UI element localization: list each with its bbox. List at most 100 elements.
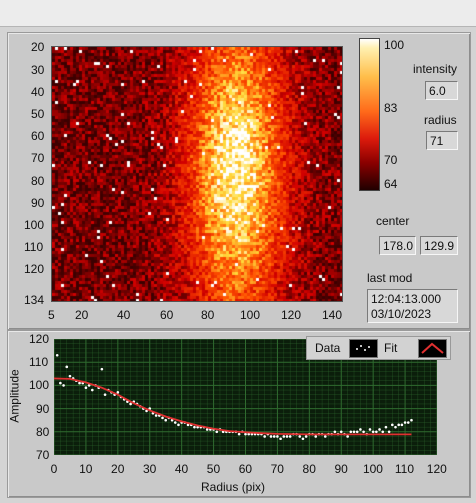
data-point xyxy=(368,428,372,431)
data-point xyxy=(62,384,65,387)
data-point xyxy=(391,423,394,427)
profile-x-tick: 80 xyxy=(302,462,316,476)
image-y-tick: 134 xyxy=(24,293,45,307)
intensity-indicator[interactable]: 6.0 xyxy=(425,81,458,100)
top-toolbar-strip xyxy=(0,0,476,27)
data-point xyxy=(352,430,356,434)
colorbar-tick: 70 xyxy=(384,153,398,167)
data-point xyxy=(384,425,388,429)
profile-y-tick: 120 xyxy=(29,332,50,346)
y-axis-label: Amplitude xyxy=(7,369,22,423)
image-x-tick: 120 xyxy=(281,308,302,322)
data-point xyxy=(394,425,397,429)
image-y-tick: 60 xyxy=(31,129,45,143)
intensity-image-graph[interactable] xyxy=(51,46,343,302)
data-point xyxy=(78,381,81,385)
image-y-tick: 70 xyxy=(31,151,45,165)
colorbar-tick: 64 xyxy=(384,177,398,191)
data-point xyxy=(359,428,362,431)
data-point xyxy=(304,435,308,438)
profile-y-tick: 110 xyxy=(29,355,49,370)
legend-data-swatch xyxy=(349,339,378,358)
data-point xyxy=(397,423,401,427)
profile-x-tick: 0 xyxy=(50,462,58,476)
last-mod-time: 12:04:13.000 xyxy=(371,292,442,306)
radius-label: radius xyxy=(424,113,457,127)
data-point xyxy=(349,430,353,434)
profile-x-tick: 120 xyxy=(426,462,447,476)
data-point xyxy=(269,435,273,438)
data-point xyxy=(406,421,410,424)
image-y-tick: 120 xyxy=(24,262,45,276)
data-point xyxy=(263,435,266,438)
image-y-tick: 90 xyxy=(31,196,45,210)
colorbar[interactable] xyxy=(359,38,380,191)
legend-fit-label: Fit xyxy=(384,341,398,355)
image-y-tick: 50 xyxy=(31,107,45,121)
image-x-tick: 140 xyxy=(322,308,343,322)
legend-fit-swatch xyxy=(418,339,447,358)
profile-y-tick: 80 xyxy=(36,424,50,439)
data-point xyxy=(173,421,177,424)
data-point xyxy=(282,435,286,438)
data-point xyxy=(323,435,327,438)
radius-indicator[interactable]: 71 xyxy=(426,131,458,150)
data-point xyxy=(65,365,69,369)
data-point xyxy=(298,435,302,438)
data-point xyxy=(375,430,378,434)
center-label: center xyxy=(376,214,410,228)
data-point xyxy=(362,430,365,434)
profile-x-tick: 110 xyxy=(394,462,415,476)
data-point xyxy=(387,430,391,434)
data-point xyxy=(314,435,318,438)
data-point xyxy=(279,437,282,441)
profile-x-tick: 100 xyxy=(362,462,383,476)
chart-legend: Data Fit xyxy=(306,336,451,360)
last-mod-label: last mod xyxy=(367,271,413,285)
image-x-tick: 5 xyxy=(48,308,55,322)
data-point xyxy=(68,374,72,378)
data-point xyxy=(285,435,289,438)
last-mod-indicator[interactable]: 12:04:13.000 03/10/2023 xyxy=(367,289,458,323)
image-y-tick: 80 xyxy=(31,174,45,188)
data-point xyxy=(346,435,349,438)
data-point xyxy=(193,425,196,429)
data-point xyxy=(355,430,359,434)
data-point xyxy=(378,428,381,431)
image-x-tick: 20 xyxy=(75,308,89,322)
data-point xyxy=(237,432,241,436)
profile-x-tick: 50 xyxy=(206,462,221,476)
profile-y-tick: 100 xyxy=(29,378,50,393)
image-x-tick: 100 xyxy=(240,308,261,322)
data-point xyxy=(272,435,276,438)
data-point xyxy=(215,430,219,434)
legend-data-label: Data xyxy=(315,341,341,355)
profile-x-tick: 40 xyxy=(174,462,189,476)
image-y-tick: 40 xyxy=(31,85,45,99)
profile-y-tick: 90 xyxy=(36,401,50,416)
x-axis-label: Radius (pix) xyxy=(201,480,266,494)
colorbar-tick: 100 xyxy=(384,38,405,52)
data-point xyxy=(84,386,88,390)
data-point xyxy=(410,418,413,422)
profile-y-tick: 70 xyxy=(36,448,50,462)
profile-x-tick: 10 xyxy=(79,462,93,476)
image-y-tick: 20 xyxy=(31,40,45,54)
center-y-indicator[interactable]: 129.9 xyxy=(420,236,458,255)
data-point xyxy=(339,430,343,434)
data-point xyxy=(55,353,59,357)
data-point xyxy=(164,418,168,422)
center-x-indicator[interactable]: 178.0 xyxy=(379,236,416,255)
data-point xyxy=(301,437,305,441)
data-point xyxy=(288,435,292,438)
intensity-heatmap xyxy=(52,47,342,301)
profile-x-tick: 30 xyxy=(142,462,157,476)
data-point xyxy=(333,430,337,434)
data-point xyxy=(91,388,94,392)
data-point xyxy=(371,430,375,434)
data-point xyxy=(154,414,158,417)
data-point xyxy=(381,430,385,434)
data-point xyxy=(403,421,407,424)
data-point xyxy=(116,391,120,394)
data-point xyxy=(400,423,404,427)
